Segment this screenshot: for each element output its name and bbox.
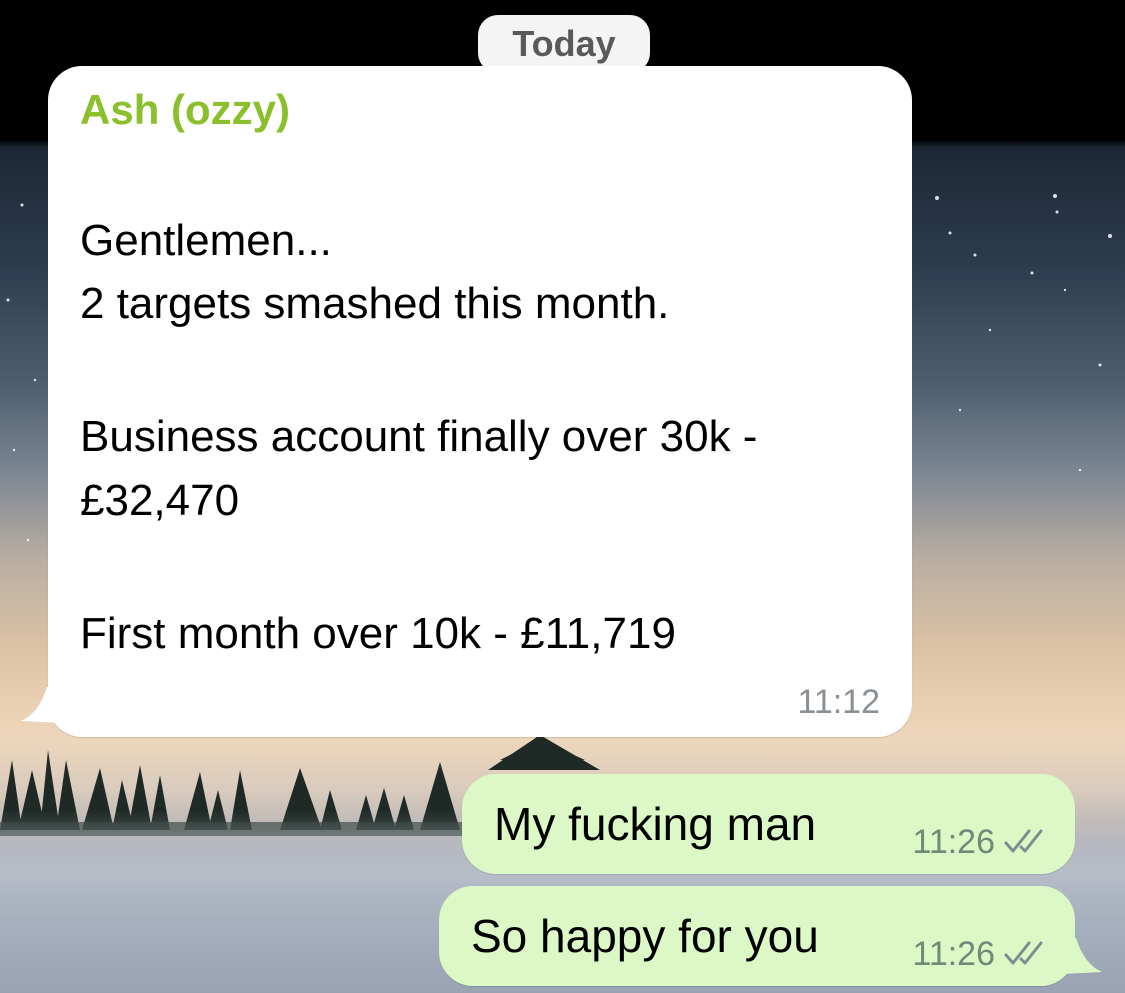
message-text-line: 2 targets smashed this month. <box>80 279 670 328</box>
bubble-tail-icon <box>1062 938 1102 974</box>
outgoing-message-bubble[interactable]: My fucking man 11:26 <box>462 774 1075 874</box>
message-timestamp: 11:26 <box>912 823 995 861</box>
double-check-icon <box>1004 941 1043 965</box>
message-timestamp: 11:26 <box>912 935 995 973</box>
message-text-line: First month over 10k - £11,719 <box>80 609 676 658</box>
double-check-icon <box>1004 829 1043 853</box>
message-timestamp: 11:12 <box>797 683 880 721</box>
message-text: So happy for you <box>471 910 819 962</box>
incoming-message-bubble[interactable]: Ash (ozzy) Gentlemen... 2 targets smashe… <box>21 66 912 737</box>
outgoing-message-bubble[interactable]: So happy for you 11:26 <box>439 886 1102 986</box>
bubble-tail-icon <box>21 687 61 723</box>
message-text-line: Business account finally over 30k - <box>80 412 758 461</box>
message-text-line: Gentlemen... <box>80 216 332 265</box>
message-text-line: £32,470 <box>80 476 240 525</box>
message-meta: 11:26 <box>912 936 1049 972</box>
message-text: My fucking man <box>494 798 817 850</box>
sender-name[interactable]: Ash (ozzy) <box>80 86 290 134</box>
date-separator-chip: Today <box>478 15 650 73</box>
message-meta: 11:26 <box>912 824 1049 860</box>
